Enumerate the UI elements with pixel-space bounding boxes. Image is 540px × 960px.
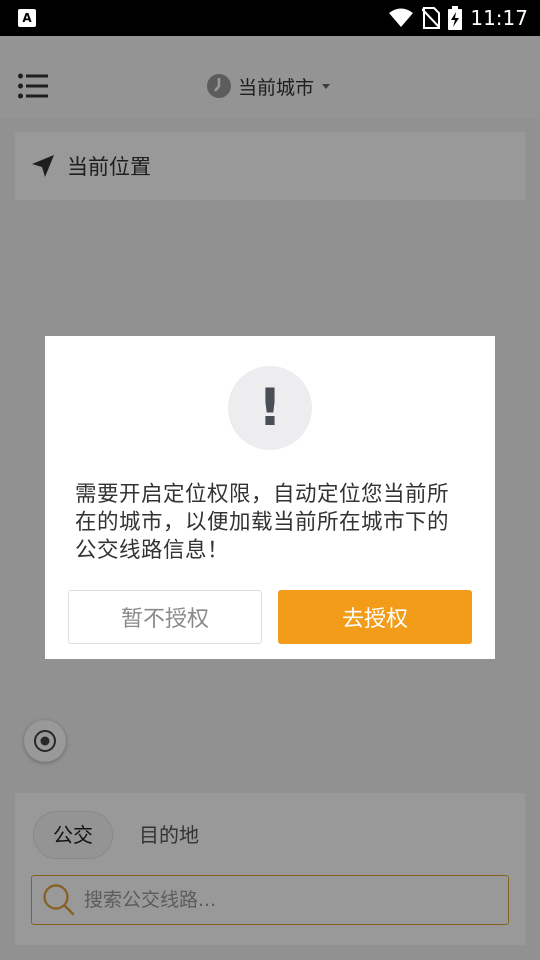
status-icons: 11:17 [388, 0, 528, 36]
notification-icon: A [18, 9, 36, 27]
location-permission-dialog: ! 需要开启定位权限，自动定位您当前所在的城市，以便加载当前所在城市下的公交线路… [45, 336, 495, 659]
wifi-icon [389, 8, 414, 27]
battery-charging-icon [448, 6, 463, 30]
alert-icon: ! [228, 366, 312, 450]
dialog-message: 需要开启定位权限，自动定位您当前所在的城市，以便加载当前所在城市下的公交线路信息… [75, 482, 450, 563]
status-bar: A 11:17 [0, 0, 540, 36]
clock: 11:17 [470, 6, 528, 30]
grant-button[interactable]: 去授权 [278, 590, 472, 644]
no-sim-icon [422, 7, 441, 29]
exclamation-icon: ! [258, 378, 282, 438]
deny-button[interactable]: 暂不授权 [68, 590, 262, 644]
